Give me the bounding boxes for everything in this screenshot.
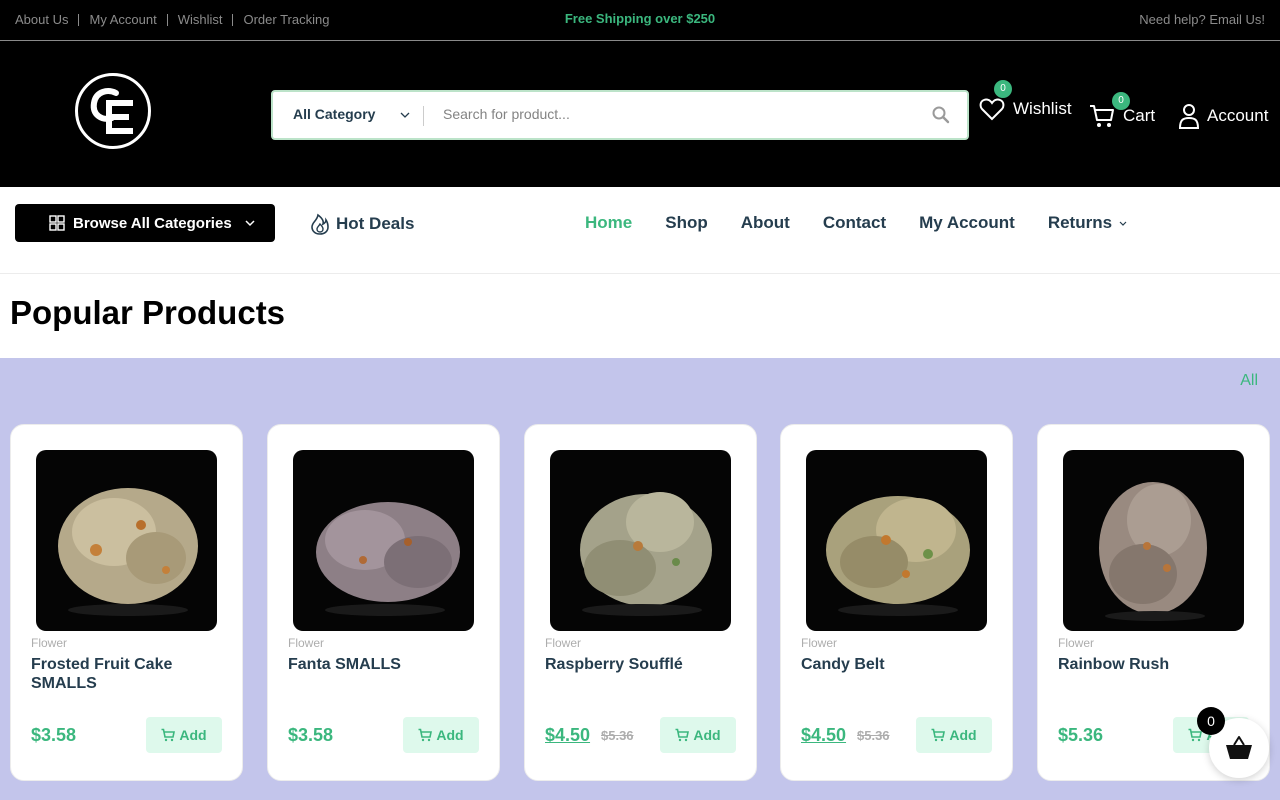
product-photo	[826, 496, 970, 616]
cart-icon	[1090, 105, 1114, 127]
product-name[interactable]: Fanta SMALLS	[288, 655, 483, 674]
chevron-down-icon	[1119, 221, 1127, 226]
product-image[interactable]	[293, 450, 474, 631]
add-to-cart-button[interactable]: Add	[916, 717, 992, 753]
product-name[interactable]: Raspberry Soufflé	[545, 655, 740, 674]
cart-count-badge: 0	[1112, 92, 1130, 110]
product-card[interactable]: Flower Fanta SMALLS $3.58 Add	[267, 424, 500, 781]
account-label: Account	[1207, 106, 1269, 125]
nav-my-account[interactable]: My Account	[919, 213, 1015, 233]
product-photo	[580, 492, 712, 616]
help-email-link[interactable]: Need help? Email Us!	[1139, 12, 1265, 27]
add-label: Add	[693, 727, 721, 743]
add-label: Add	[179, 727, 207, 743]
basket-icon	[1226, 736, 1252, 759]
browse-label: Browse All Categories	[73, 214, 232, 232]
account-link[interactable]: Account	[1179, 103, 1268, 129]
grid-icon	[49, 215, 65, 231]
product-card[interactable]: Flower Frosted Fruit Cake SMALLS $3.58 A…	[10, 424, 243, 781]
section-title: Popular Products	[10, 294, 286, 331]
products-section: All Flower Frosted Fruit Cake SMALLS $3.…	[0, 358, 1280, 800]
nav-returns[interactable]: Returns	[1048, 213, 1128, 233]
product-image[interactable]	[36, 450, 217, 631]
chevron-down-icon[interactable]	[399, 109, 411, 121]
product-name[interactable]: Candy Belt	[801, 655, 996, 674]
product-category: Flower	[545, 636, 582, 650]
wishlist-count-badge: 0	[994, 80, 1012, 98]
search-icon[interactable]	[931, 105, 951, 125]
add-label: Add	[436, 727, 464, 743]
search-divider	[423, 106, 424, 126]
product-original-price: $5.36	[601, 728, 634, 743]
cart-label: Cart	[1123, 106, 1156, 125]
product-category: Flower	[801, 636, 838, 650]
product-card[interactable]: Flower Raspberry Soufflé $4.50 $5.36 Add	[524, 424, 757, 781]
nav-contact[interactable]: Contact	[823, 213, 886, 233]
product-original-price: $5.36	[857, 728, 890, 743]
nav-returns-label: Returns	[1047, 213, 1113, 232]
site-logo[interactable]	[75, 73, 151, 149]
product-category: Flower	[288, 636, 325, 650]
wishlist-link[interactable]: Wishlist	[979, 97, 1072, 121]
add-to-cart-button[interactable]: Add	[146, 717, 222, 753]
cart-icon	[931, 728, 946, 742]
cart-icon	[418, 728, 433, 742]
nav-about[interactable]: About	[741, 213, 790, 233]
product-image[interactable]	[1063, 450, 1244, 631]
product-photo	[1099, 482, 1207, 621]
product-sale-price: $4.50	[545, 725, 591, 745]
cart-icon	[161, 728, 176, 742]
product-price: $5.36	[1058, 725, 1104, 745]
logo-mark	[90, 88, 133, 134]
add-to-cart-button[interactable]: Add	[403, 717, 479, 753]
product-price: $3.58	[31, 725, 77, 745]
product-name[interactable]: Frosted Fruit Cake SMALLS	[31, 655, 226, 693]
product-category: Flower	[1058, 636, 1095, 650]
product-sale-price: $4.50	[801, 725, 847, 745]
product-image[interactable]	[550, 450, 731, 631]
nav-home[interactable]: Home	[585, 213, 632, 233]
flame-icon	[311, 213, 329, 235]
nav-shop[interactable]: Shop	[665, 213, 708, 233]
floating-cart-count: 0	[1197, 707, 1225, 735]
top-bar: About Us My Account Wishlist Order Track…	[0, 0, 1280, 41]
product-photo	[316, 502, 460, 616]
primary-menu: Home Shop About Contact My Account Retur…	[585, 213, 1161, 233]
add-label: Add	[949, 727, 977, 743]
category-select[interactable]: All Category	[293, 106, 375, 122]
add-to-cart-button[interactable]: Add	[660, 717, 736, 753]
product-price: $3.58	[288, 725, 334, 745]
wishlist-label: Wishlist	[1013, 99, 1072, 118]
search-input[interactable]	[443, 106, 923, 122]
filter-all-link[interactable]: All	[1240, 372, 1258, 390]
main-nav: Browse All Categories Hot Deals Home Sho…	[0, 187, 1280, 274]
product-image[interactable]	[806, 450, 987, 631]
browse-categories-button[interactable]: Browse All Categories	[15, 204, 275, 242]
hot-deals-link[interactable]: Hot Deals	[310, 213, 414, 235]
product-category: Flower	[31, 636, 68, 650]
search-bar: All Category	[271, 90, 969, 140]
product-card[interactable]: Flower Candy Belt $4.50 $5.36 Add	[780, 424, 1013, 781]
free-shipping-banner: Free Shipping over $250	[564, 11, 716, 26]
cart-icon	[675, 728, 690, 742]
heart-icon	[979, 98, 1005, 121]
hot-deals-label: Hot Deals	[336, 214, 415, 233]
chevron-down-icon	[245, 220, 255, 227]
product-name[interactable]: Rainbow Rush	[1058, 655, 1253, 674]
main-header: All Category Wishlist 0 Cart 0 Account	[0, 41, 1280, 187]
product-photo	[58, 488, 198, 616]
user-icon	[1179, 104, 1199, 129]
